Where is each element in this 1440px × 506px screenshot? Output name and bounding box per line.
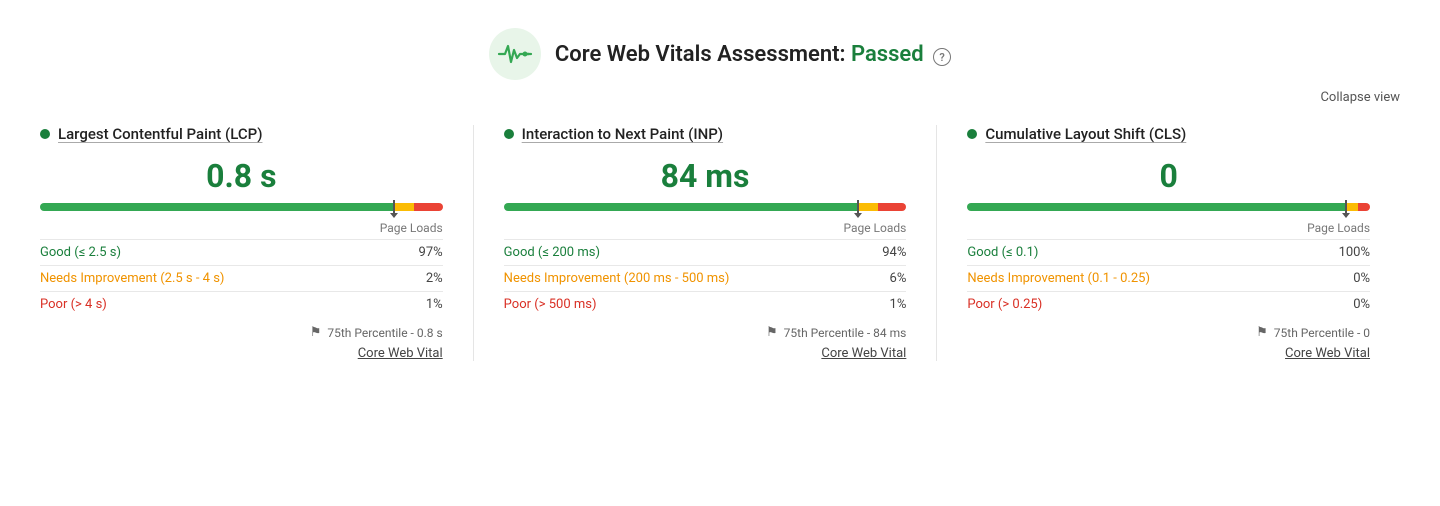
metric-card-cls: Cumulative Layout Shift (CLS) 0 Page Loads…	[937, 125, 1400, 361]
bar-track-inp	[504, 203, 907, 211]
core-web-vital-link-inp[interactable]: Core Web Vital	[504, 346, 907, 361]
stat-row-cls-2: Poor (> 0.25)0%	[967, 292, 1370, 318]
metric-title-row-cls: Cumulative Layout Shift (CLS)	[967, 125, 1370, 143]
metric-card-lcp: Largest Contentful Paint (LCP) 0.8 s Page …	[40, 125, 474, 361]
stat-label-cls-1: Needs Improvement (0.1 - 0.25)	[967, 266, 1311, 292]
bar-red-inp	[878, 203, 906, 211]
bar-container-lcp	[40, 203, 443, 215]
bar-marker-inp	[857, 200, 859, 214]
core-web-vital-link-cls[interactable]: Core Web Vital	[967, 346, 1370, 361]
stat-value-cls-0: 100%	[1311, 240, 1370, 266]
percentile-row-lcp: ⚑ 75th Percentile - 0.8 s	[40, 325, 443, 340]
stat-label-lcp-2: Poor (> 4 s)	[40, 292, 396, 318]
stat-value-inp-0: 94%	[867, 240, 906, 266]
metric-title-lcp[interactable]: Largest Contentful Paint (LCP)	[58, 125, 262, 143]
stat-row-inp-0: Good (≤ 200 ms)94%	[504, 240, 907, 266]
bar-container-inp	[504, 203, 907, 215]
percentile-text-cls: 75th Percentile - 0	[1274, 326, 1370, 340]
stat-row-inp-2: Poor (> 500 ms)1%	[504, 292, 907, 318]
bar-green-cls	[967, 203, 1346, 211]
green-dot-inp	[504, 129, 514, 139]
stat-label-cls-2: Poor (> 0.25)	[967, 292, 1311, 318]
bar-container-cls	[967, 203, 1370, 215]
bar-marker-lcp	[393, 200, 395, 214]
stat-row-lcp-2: Poor (> 4 s)1%	[40, 292, 443, 318]
pin-icon-cls: ⚑	[1256, 325, 1268, 340]
metric-title-row-inp: Interaction to Next Paint (INP)	[504, 125, 907, 143]
stat-value-inp-2: 1%	[867, 292, 906, 318]
percentile-row-inp: ⚑ 75th Percentile - 84 ms	[504, 325, 907, 340]
stat-label-lcp-1: Needs Improvement (2.5 s - 4 s)	[40, 266, 396, 292]
stat-label-cls-0: Good (≤ 0.1)	[967, 240, 1311, 266]
bar-orange-inp	[858, 203, 878, 211]
pin-icon-lcp: ⚑	[310, 325, 322, 340]
metric-card-inp: Interaction to Next Paint (INP) 84 ms Page…	[474, 125, 938, 361]
page-loads-label-inp: Page Loads	[504, 221, 907, 235]
bar-track-lcp	[40, 203, 443, 211]
green-dot-lcp	[40, 129, 50, 139]
pin-icon-inp: ⚑	[766, 325, 778, 340]
stat-row-lcp-1: Needs Improvement (2.5 s - 4 s)2%	[40, 266, 443, 292]
bar-track-cls	[967, 203, 1370, 211]
metric-title-cls[interactable]: Cumulative Layout Shift (CLS)	[985, 125, 1186, 143]
metric-value-lcp: 0.8 s	[40, 157, 443, 195]
stat-value-inp-1: 6%	[867, 266, 906, 292]
metrics-row: Largest Contentful Paint (LCP) 0.8 s Page …	[0, 115, 1440, 381]
bar-green-lcp	[40, 203, 394, 211]
bar-green-inp	[504, 203, 858, 211]
stats-table-cls: Good (≤ 0.1)100%Needs Improvement (0.1 -…	[967, 239, 1370, 317]
percentile-text-lcp: 75th Percentile - 0.8 s	[327, 326, 442, 340]
stat-label-inp-2: Poor (> 500 ms)	[504, 292, 868, 318]
bar-marker-cls	[1345, 200, 1347, 214]
percentile-text-inp: 75th Percentile - 84 ms	[784, 326, 907, 340]
bar-orange-lcp	[394, 203, 414, 211]
page-loads-label-cls: Page Loads	[967, 221, 1370, 235]
stat-label-lcp-0: Good (≤ 2.5 s)	[40, 240, 396, 266]
core-web-vital-link-lcp[interactable]: Core Web Vital	[40, 346, 443, 361]
metric-title-row-lcp: Largest Contentful Paint (LCP)	[40, 125, 443, 143]
metric-title-inp[interactable]: Interaction to Next Paint (INP)	[522, 125, 723, 143]
stat-row-cls-0: Good (≤ 0.1)100%	[967, 240, 1370, 266]
header: Core Web Vitals Assessment: Passed ?	[0, 0, 1440, 90]
green-dot-cls	[967, 129, 977, 139]
stat-value-lcp-0: 97%	[396, 240, 443, 266]
metric-value-cls: 0	[967, 157, 1370, 195]
page-loads-label-lcp: Page Loads	[40, 221, 443, 235]
stat-label-inp-0: Good (≤ 200 ms)	[504, 240, 868, 266]
metric-value-inp: 84 ms	[504, 157, 907, 195]
stats-table-lcp: Good (≤ 2.5 s)97%Needs Improvement (2.5 …	[40, 239, 443, 317]
stat-label-inp-1: Needs Improvement (200 ms - 500 ms)	[504, 266, 868, 292]
help-icon[interactable]: ?	[933, 48, 951, 66]
stat-value-cls-2: 0%	[1311, 292, 1370, 318]
percentile-row-cls: ⚑ 75th Percentile - 0	[967, 325, 1370, 340]
collapse-link[interactable]: Collapse view	[1320, 90, 1400, 105]
stat-row-inp-1: Needs Improvement (200 ms - 500 ms)6%	[504, 266, 907, 292]
stat-value-cls-1: 0%	[1311, 266, 1370, 292]
waveform-icon	[497, 40, 533, 68]
page-title: Core Web Vitals Assessment: Passed ?	[555, 42, 951, 67]
icon-circle	[489, 28, 541, 80]
stat-row-lcp-0: Good (≤ 2.5 s)97%	[40, 240, 443, 266]
bar-red-lcp	[414, 203, 442, 211]
stats-table-inp: Good (≤ 200 ms)94%Needs Improvement (200…	[504, 239, 907, 317]
collapse-row: Collapse view	[0, 90, 1440, 115]
stat-row-cls-1: Needs Improvement (0.1 - 0.25)0%	[967, 266, 1370, 292]
stat-value-lcp-1: 2%	[396, 266, 443, 292]
bar-red-cls	[1358, 203, 1370, 211]
bar-orange-cls	[1346, 203, 1358, 211]
stat-value-lcp-2: 1%	[396, 292, 443, 318]
